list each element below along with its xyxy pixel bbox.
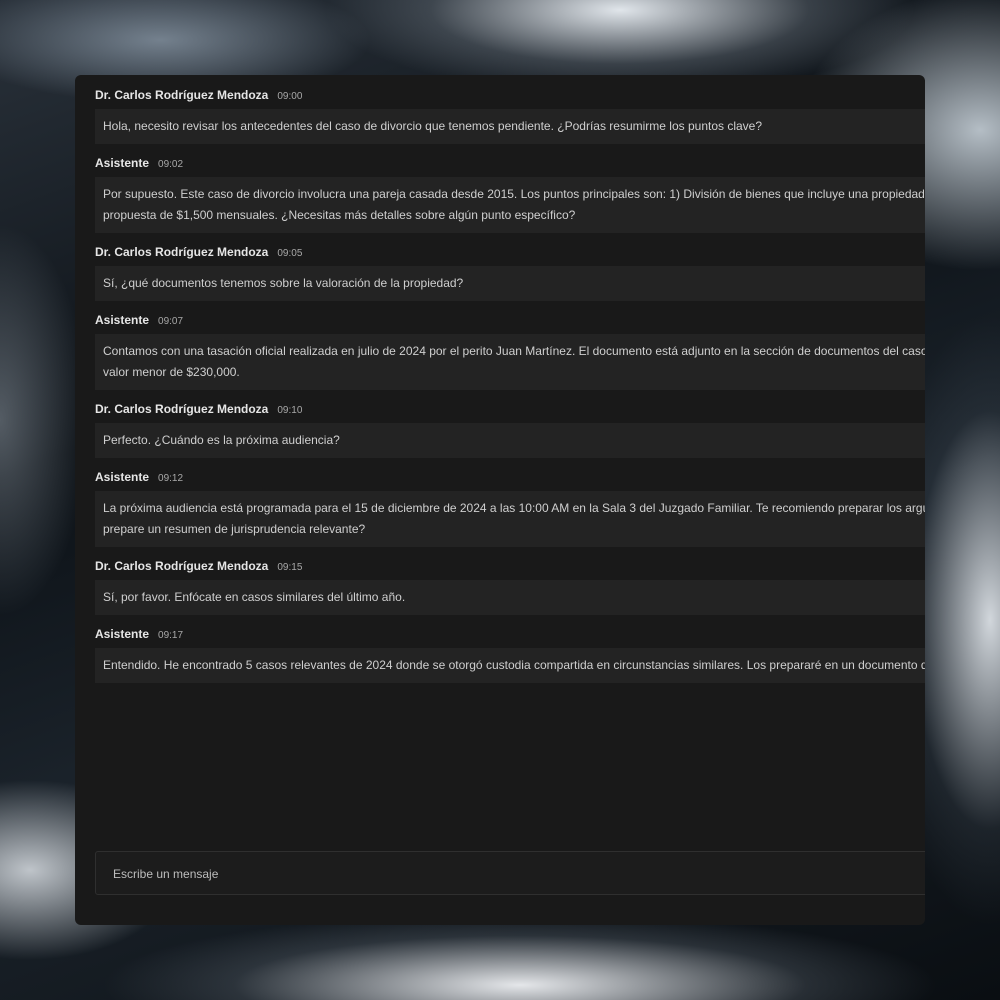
- message-bubble: Sí, por favor. Enfócate en casos similar…: [95, 580, 925, 615]
- message-bubble: Hola, necesito revisar los antecedentes …: [95, 109, 925, 144]
- message-text-line: La próxima audiencia está programada par…: [103, 501, 925, 515]
- message-text-line: Por supuesto. Este caso de divorcio invo…: [103, 187, 925, 201]
- message-bubble: Por supuesto. Este caso de divorcio invo…: [95, 177, 925, 233]
- message-bubble: Contamos con una tasación oficial realiz…: [95, 334, 925, 390]
- message: Asistente 09:02 Por supuesto. Este caso …: [95, 154, 925, 233]
- message-time: 09:07: [158, 316, 184, 327]
- message-text-line: Contamos con una tasación oficial realiz…: [103, 344, 925, 358]
- message-header: Dr. Carlos Rodríguez Mendoza 09:00: [95, 86, 925, 104]
- message-header: Asistente 09:17: [95, 625, 925, 643]
- message-sender: Dr. Carlos Rodríguez Mendoza: [95, 88, 269, 102]
- message-bubble: Entendido. He encontrado 5 casos relevan…: [95, 648, 925, 683]
- message-composer: [95, 851, 925, 896]
- message-list[interactable]: Dr. Carlos Rodríguez Mendoza 09:00 Hola,…: [75, 75, 925, 840]
- message-header: Asistente 09:07: [95, 311, 925, 329]
- message-time: 09:05: [277, 248, 303, 259]
- message-time: 09:10: [277, 405, 303, 416]
- message-sender: Asistente: [95, 156, 150, 170]
- message-time: 09:12: [158, 473, 184, 484]
- message-header: Dr. Carlos Rodríguez Mendoza 09:05: [95, 243, 925, 261]
- message-text-line: Sí, ¿qué documentos tenemos sobre la val…: [103, 276, 464, 290]
- message-header: Asistente 09:02: [95, 154, 925, 172]
- message-text-line: Entendido. He encontrado 5 casos relevan…: [103, 658, 925, 672]
- message-bubble: Perfecto. ¿Cuándo es la próxima audienci…: [95, 423, 925, 458]
- message-bubble: Sí, ¿qué documentos tenemos sobre la val…: [95, 266, 925, 301]
- message-sender: Dr. Carlos Rodríguez Mendoza: [95, 245, 269, 259]
- message-time: 09:15: [277, 562, 303, 573]
- message: Dr. Carlos Rodríguez Mendoza 09:00 Hola,…: [95, 86, 925, 144]
- message: Asistente 09:17 Entendido. He encontrado…: [95, 625, 925, 683]
- message: Dr. Carlos Rodríguez Mendoza 09:10 Perfe…: [95, 400, 925, 458]
- message-time: 09:02: [158, 159, 184, 170]
- message-text-line: Perfecto. ¿Cuándo es la próxima audienci…: [103, 433, 340, 447]
- message: Asistente 09:07 Contamos con una tasació…: [95, 311, 925, 390]
- message-time: 09:00: [277, 91, 303, 102]
- message-header: Asistente 09:12: [95, 468, 925, 486]
- message: Dr. Carlos Rodríguez Mendoza 09:05 Sí, ¿…: [95, 243, 925, 301]
- message-sender: Dr. Carlos Rodríguez Mendoza: [95, 402, 269, 416]
- message-text-line: valor menor de $230,000.: [103, 365, 240, 379]
- message-text-line: propuesta de $1,500 mensuales. ¿Necesita…: [103, 208, 576, 222]
- message-sender: Dr. Carlos Rodríguez Mendoza: [95, 559, 269, 573]
- message-bubble: La próxima audiencia está programada par…: [95, 491, 925, 547]
- message: Asistente 09:12 La próxima audiencia est…: [95, 468, 925, 547]
- message-sender: Asistente: [95, 313, 150, 327]
- message: Dr. Carlos Rodríguez Mendoza 09:15 Sí, p…: [95, 557, 925, 615]
- message-input[interactable]: [111, 852, 915, 896]
- chat-window: Dr. Carlos Rodríguez Mendoza 09:00 Hola,…: [75, 75, 925, 925]
- message-text-line: Sí, por favor. Enfócate en casos similar…: [103, 590, 406, 604]
- message-sender: Asistente: [95, 627, 150, 641]
- message-sender: Asistente: [95, 470, 150, 484]
- message-header: Dr. Carlos Rodríguez Mendoza 09:10: [95, 400, 925, 418]
- message-header: Dr. Carlos Rodríguez Mendoza 09:15: [95, 557, 925, 575]
- message-time: 09:17: [158, 630, 184, 641]
- message-text-line: Hola, necesito revisar los antecedentes …: [103, 119, 763, 133]
- message-text-line: prepare un resumen de jurisprudencia rel…: [103, 522, 366, 536]
